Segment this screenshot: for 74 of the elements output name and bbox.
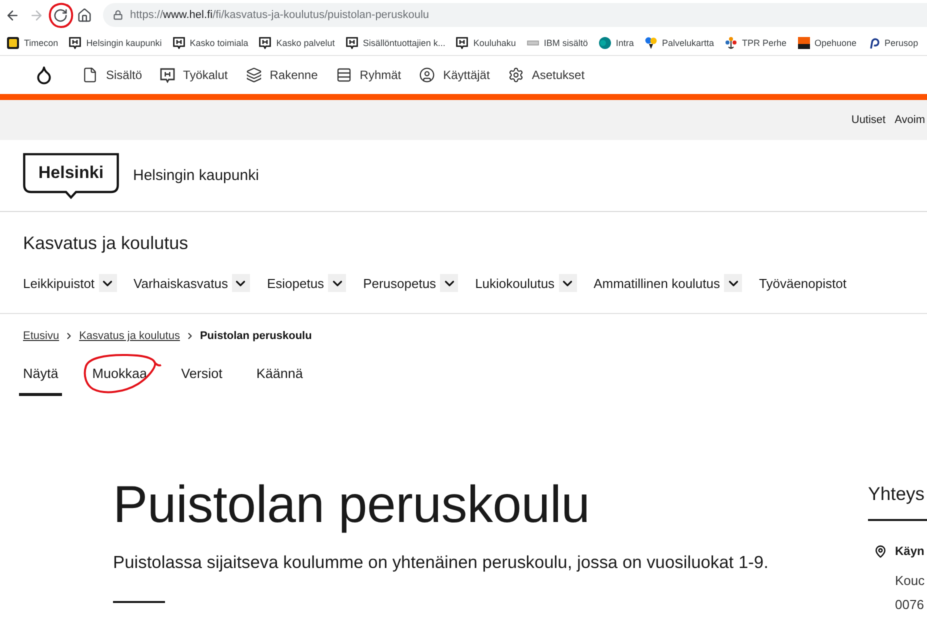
url-text: https://www.hel.fi/fi/kasvatus-ja-koulutus/puistolan-peruskoulu	[130, 9, 430, 21]
loop-icon	[868, 36, 880, 48]
h-badge-icon	[172, 36, 185, 48]
h-badge-icon	[456, 36, 468, 48]
droplet-icon[interactable]	[34, 65, 54, 85]
tab[interactable]: Muokkaa	[88, 358, 152, 396]
h-badge-icon	[69, 36, 82, 48]
lead-text: Puistolassa sijaitseva koulumme on yhtenäinen peruskoulu, jossa on vuosiluokat 1-9.	[113, 551, 770, 574]
circle-icon	[598, 36, 611, 48]
tile-icon	[7, 36, 19, 48]
toolbar-link[interactable]: Työkalut	[160, 68, 228, 82]
block-icon	[798, 36, 810, 48]
bookmark-link[interactable]: Kouluhaku	[456, 36, 516, 48]
toolbar-link[interactable]: Käyttäjät	[419, 67, 490, 83]
nav-link[interactable]: Perusopetus	[363, 276, 436, 290]
sidebar-title: Yhteys	[868, 482, 926, 506]
nav-link[interactable]: Varhaiskasvatus	[134, 276, 228, 290]
utility-link[interactable]: Uutiset	[851, 114, 886, 126]
tab[interactable]: Versiot	[177, 358, 226, 396]
breadcrumb-link[interactable]: Etusivu	[23, 329, 60, 343]
dots-icon	[724, 36, 737, 48]
nav-link[interactable]: Lukiokoulutus	[475, 276, 555, 290]
toolbar-link[interactable]: Sisältö	[82, 67, 142, 83]
address-line: 0076	[895, 596, 925, 614]
h-badge-icon	[346, 36, 358, 48]
submenu-toggle[interactable]	[558, 274, 577, 292]
bookmark-link[interactable]: TPR Perhe	[724, 36, 786, 48]
toolbar-link[interactable]: Asetukset	[508, 67, 585, 83]
location-pin-icon	[874, 544, 887, 558]
bookmark-link[interactable]: Sisällöntuottajien k...	[346, 36, 446, 48]
site-name: Helsingin kaupunki	[133, 167, 259, 184]
submenu-toggle[interactable]	[440, 274, 458, 292]
nav-link[interactable]: Esiopetus	[266, 276, 324, 290]
user-icon	[419, 67, 436, 83]
h-badge-icon	[259, 36, 272, 48]
layers-icon	[246, 67, 262, 83]
bookmark-link[interactable]: Opehuone	[798, 36, 857, 48]
lock-icon	[113, 10, 123, 20]
toolbar-link[interactable]: Rakenne	[246, 67, 318, 83]
bookmark-link[interactable]: Kasko palvelut	[259, 36, 335, 48]
tab[interactable]: Käännä	[252, 358, 307, 396]
rows-icon	[336, 67, 352, 83]
home-icon	[76, 8, 92, 22]
nav-link[interactable]: Työväenopistot	[759, 276, 846, 290]
pins-icon	[644, 36, 657, 48]
nav-link[interactable]: Leikkipuistot	[23, 276, 95, 290]
helsinki-logo[interactable]: Helsinki	[23, 152, 119, 198]
submenu-toggle[interactable]	[232, 274, 250, 292]
address-label: Käyn	[895, 543, 924, 560]
submenu-toggle[interactable]	[328, 274, 346, 292]
submenu-toggle[interactable]	[724, 274, 742, 292]
bookmark-link[interactable]: IBM sisältö	[526, 36, 588, 48]
bookmark-link[interactable]: Helsingin kaupunki	[69, 36, 162, 48]
h-badge-icon	[160, 68, 176, 82]
address-line: Kouc	[895, 572, 926, 590]
bookmark-link[interactable]: Intra	[598, 36, 634, 48]
page-title: Puistolan peruskoulu	[113, 475, 591, 535]
tab[interactable]: Näytä	[19, 358, 62, 396]
submenu-toggle[interactable]	[98, 274, 117, 292]
bookmark-link[interactable]: Kasko toimiala	[172, 36, 248, 48]
bookmark-link[interactable]: Timecon	[7, 36, 58, 48]
nav-link[interactable]: Ammatillinen koulutus	[594, 276, 720, 290]
arrow-right-icon	[28, 8, 44, 22]
bookmark-link[interactable]: Palvelukartta	[644, 36, 714, 48]
section-title: Kasvatus ja koulutus	[23, 232, 190, 254]
toolbar-link[interactable]: Ryhmät	[336, 67, 402, 83]
bookmark-link[interactable]: Perusop	[868, 36, 918, 48]
breadcrumb-link[interactable]: Kasvatus ja koulutus	[79, 329, 180, 343]
current-page-text: Puistolan peruskoulu	[200, 329, 312, 343]
address-bar[interactable]: https://www.hel.fi/fi/kasvatus-ja-koulutus/puistolan-peruskoulu	[103, 3, 927, 27]
reload-icon	[52, 8, 68, 22]
document-icon	[82, 67, 98, 83]
utility-link[interactable]: Avoim	[894, 114, 925, 126]
settings-icon	[508, 67, 524, 83]
